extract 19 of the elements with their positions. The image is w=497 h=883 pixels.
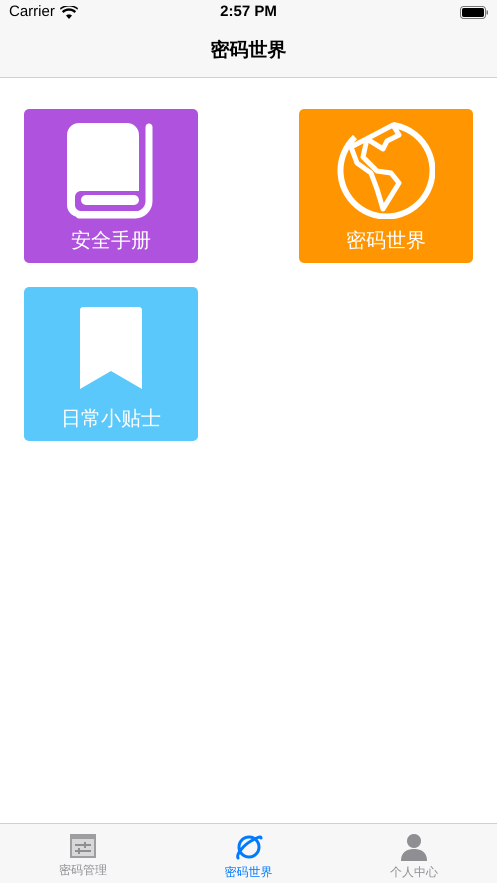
wifi-icon: [60, 6, 78, 19]
tile-label: 安全手册: [71, 229, 151, 253]
tile-label: 日常小贴士: [61, 407, 161, 431]
person-icon: [400, 833, 428, 861]
planet-icon: [234, 833, 262, 861]
status-time: 2:57 PM: [220, 2, 277, 22]
nav-title: 密码世界: [210, 38, 286, 63]
battery-icon: [460, 6, 488, 19]
tile-label: 密码世界: [346, 229, 426, 253]
sliders-icon: [68, 833, 97, 859]
menu-tile[interactable]: 安全手册: [24, 109, 198, 263]
globe-icon: [337, 121, 435, 219]
carrier-label: Carrier: [9, 2, 55, 22]
bookmark-icon: [78, 306, 144, 390]
menu-tile[interactable]: 日常小贴士: [24, 287, 198, 441]
menu-tile[interactable]: 密码世界: [299, 109, 473, 263]
tab-bar-item[interactable]: 密码管理: [0, 824, 166, 883]
tab-bar-item[interactable]: 个人中心: [331, 824, 497, 883]
tab-bar-item[interactable]: 密码世界: [166, 824, 332, 883]
